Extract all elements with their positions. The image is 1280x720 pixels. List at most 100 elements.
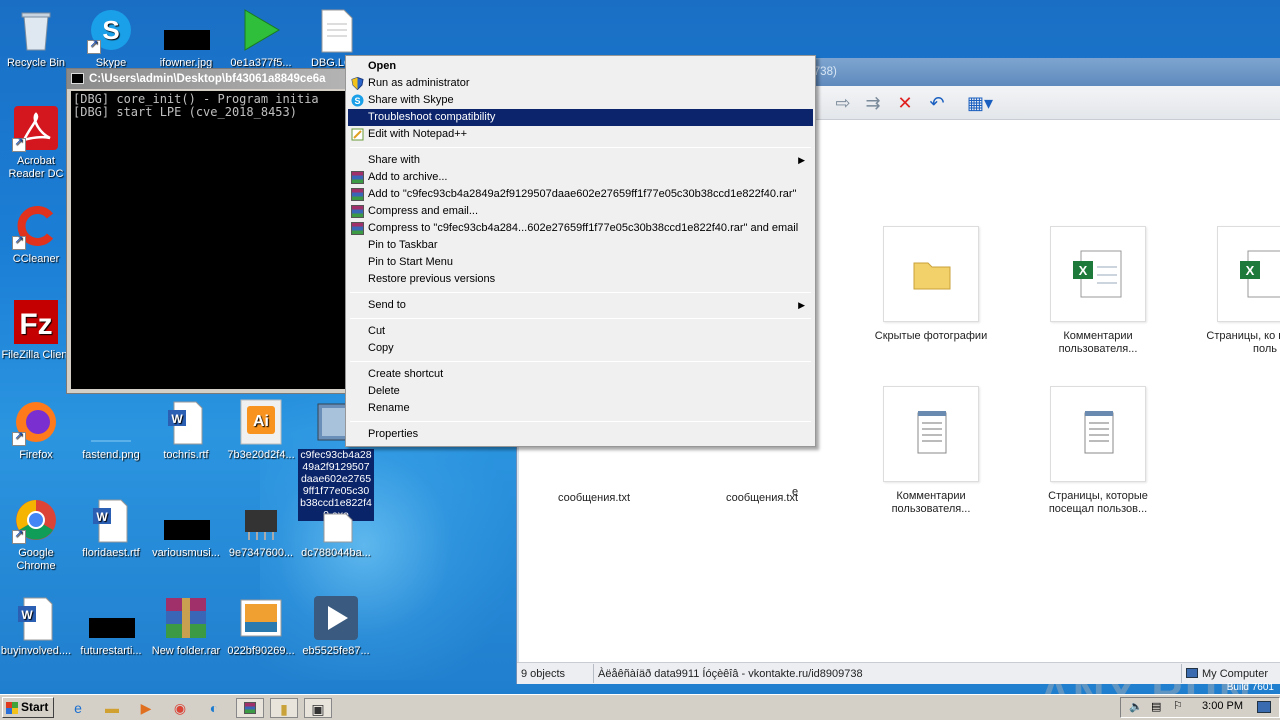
file-tile[interactable]: Комментарии пользователя... — [866, 386, 996, 516]
menu-item-troubleshoot[interactable]: Troubleshoot compatibility — [348, 109, 813, 126]
image-file-icon — [87, 594, 135, 642]
desktop-icon-futurestarti[interactable]: futurestarti... — [73, 594, 149, 658]
action-center-flag-icon[interactable]: ⚐ — [1173, 699, 1183, 712]
move-to-icon[interactable]: ⇨ — [831, 92, 855, 114]
desktop-icon-ccleaner[interactable]: CCleaner — [0, 202, 74, 266]
chrome-icon — [12, 496, 60, 544]
shield-icon — [351, 76, 364, 91]
desktop-icon-filezilla[interactable]: Fz FileZilla Client — [0, 298, 74, 362]
word-doc-icon: W — [12, 594, 60, 642]
console-output[interactable]: [DBG] core_init() - Program initia [DBG]… — [71, 91, 351, 389]
menu-item-add-archive[interactable]: Add to archive... — [348, 169, 813, 186]
menu-item-share-skype[interactable]: S Share with Skype — [348, 92, 813, 109]
desktop-icon-022bf90269[interactable]: 022bf90269... — [223, 594, 299, 658]
desktop-icon-buyinvolved[interactable]: W buyinvolved.... — [0, 594, 74, 658]
desktop-icon-dc788044ba[interactable]: dc788044ba... — [298, 496, 374, 560]
image-file-icon — [162, 6, 210, 54]
file-label: Комментарии пользователя... — [891, 490, 971, 515]
folder-taskbar-icon[interactable]: ▮ — [270, 698, 298, 718]
desktop-icon-label: floridaest.rtf — [82, 547, 140, 559]
console-titlebar[interactable]: C:\Users\admin\Desktop\bf43061a8849ce6a — [67, 69, 355, 89]
file-tile[interactable]: X Страницы, ко посещал поль — [1200, 226, 1280, 356]
menu-item-delete[interactable]: Delete — [348, 383, 813, 400]
clock[interactable]: 3:00 PM — [1202, 700, 1243, 712]
menu-item-create-shortcut[interactable]: Create shortcut — [348, 366, 813, 383]
menu-item-copy[interactable]: Copy — [348, 340, 813, 357]
start-button[interactable]: Start — [2, 697, 54, 718]
views-icon[interactable]: ▦▾ — [963, 92, 997, 114]
desktop-icon-label: CCleaner — [12, 253, 60, 265]
file-label: сообщения.txt — [557, 492, 631, 504]
desktop-icon-floridaest[interactable]: W floridaest.rtf — [73, 496, 149, 560]
chrome-icon[interactable]: ◉ — [170, 698, 190, 718]
menu-item-pin-taskbar[interactable]: Pin to Taskbar — [348, 237, 813, 254]
desktop-icon-chrome[interactable]: Google Chrome — [0, 496, 74, 573]
ie-icon[interactable]: e — [68, 698, 88, 718]
show-desktop-icon[interactable] — [1257, 701, 1271, 713]
file-tile[interactable]: е — [755, 486, 835, 499]
desktop-icon-7b3e20d2f4[interactable]: Ai 7b3e20d2f4... — [223, 398, 299, 462]
network-icon[interactable]: ▤ — [1151, 700, 1161, 713]
build-text: Build 7601 — [1226, 682, 1274, 693]
volume-icon[interactable]: 🔈 — [1129, 700, 1143, 713]
desktop-icon-label: 7b3e20d2f4... — [227, 449, 295, 461]
undo-icon[interactable]: ↶ — [925, 92, 949, 114]
svg-text:X: X — [1079, 263, 1088, 278]
status-location: My Computer — [1181, 664, 1280, 683]
desktop-icon-acrobat[interactable]: Acrobat Reader DC — [0, 104, 74, 181]
file-tile[interactable]: X Комментарии пользователя... — [1033, 226, 1163, 356]
menu-item-properties[interactable]: Properties — [348, 426, 813, 443]
desktop-icon-eb5525fe87[interactable]: eb5525fe87... — [298, 594, 374, 658]
desktop-icon-tochris[interactable]: W tochris.rtf — [148, 398, 224, 462]
firefox-icon — [12, 398, 60, 446]
desktop-icon-new-folder-rar[interactable]: New folder.rar — [148, 594, 224, 658]
file-tile[interactable]: Скрытые фотографии — [866, 226, 996, 343]
menu-item-compress-to-rar-email[interactable]: Compress to "c9fec93cb4a284...602e27659f… — [348, 220, 813, 237]
notepad-icon — [883, 386, 979, 482]
copy-to-icon[interactable]: ⇉ — [861, 92, 885, 114]
menu-item-run-as-admin[interactable]: Run as administrator — [348, 75, 813, 92]
desktop-icon-label: Google Chrome — [16, 547, 56, 572]
excel-icon: X — [1050, 226, 1146, 322]
desktop-icon-variousmusi[interactable]: variousmusi... — [148, 496, 224, 560]
desktop-icon-label: fastend.png — [82, 449, 140, 461]
desktop-icon-0e1a377f5[interactable]: 0e1a377f5... — [223, 6, 299, 70]
edge-icon[interactable]: ◐ — [204, 698, 224, 718]
media-player-icon[interactable]: ▶ — [136, 698, 156, 718]
file-tile[interactable]: Страницы, которые посещал пользов... — [1033, 386, 1163, 516]
winrar-taskbar-icon[interactable] — [236, 698, 264, 718]
desktop-icon-firefox[interactable]: Firefox — [0, 398, 74, 462]
winrar-icon — [351, 205, 364, 218]
notepad-icon — [1050, 386, 1146, 482]
menu-item-notepadpp[interactable]: Edit with Notepad++ — [348, 126, 813, 143]
menu-item-open[interactable]: Open — [348, 58, 813, 75]
submenu-arrow-icon: ▶ — [798, 155, 805, 165]
winrar-icon — [351, 171, 364, 184]
svg-text:Fz: Fz — [19, 308, 52, 341]
windows-flag-icon — [6, 702, 18, 714]
console-window[interactable]: C:\Users\admin\Desktop\bf43061a8849ce6a … — [66, 68, 356, 394]
desktop-icon-fastend[interactable]: fastend.png — [73, 398, 149, 462]
menu-item-send-to[interactable]: Send to ▶ — [348, 297, 813, 314]
desktop-icon-skype[interactable]: S Skype — [73, 6, 149, 70]
menu-item-pin-start[interactable]: Pin to Start Menu — [348, 254, 813, 271]
skype-icon: S — [351, 94, 364, 107]
file-tile[interactable]: сообщения.txt — [529, 492, 659, 505]
illustrator-icon: Ai — [237, 398, 285, 446]
desktop-icon-9e7347600[interactable]: 9e7347600... — [223, 496, 299, 560]
context-menu[interactable]: Open Run as administrator S Share with S… — [345, 55, 816, 447]
menu-item-compress-email[interactable]: Compress and email... — [348, 203, 813, 220]
image-file-icon — [87, 398, 135, 446]
desktop-icon-recycle-bin[interactable]: Recycle Bin — [0, 6, 74, 70]
delete-icon[interactable]: ✕ — [893, 92, 917, 114]
desktop-icon-ifowner[interactable]: ifowner.jpg — [148, 6, 224, 70]
desktop-icon-label: dc788044ba... — [301, 547, 371, 559]
explorer-icon[interactable]: ▬ — [102, 698, 122, 718]
menu-item-share-with[interactable]: Share with ▶ — [348, 152, 813, 169]
menu-item-rename[interactable]: Rename — [348, 400, 813, 417]
menu-item-restore-versions[interactable]: Restore previous versions — [348, 271, 813, 288]
menu-item-add-to-rar[interactable]: Add to "c9fec93cb4a2849a2f9129507daae602… — [348, 186, 813, 203]
menu-item-cut[interactable]: Cut — [348, 323, 813, 340]
svg-text:W: W — [21, 608, 33, 622]
console-taskbar-icon[interactable]: ▣ — [304, 698, 332, 718]
